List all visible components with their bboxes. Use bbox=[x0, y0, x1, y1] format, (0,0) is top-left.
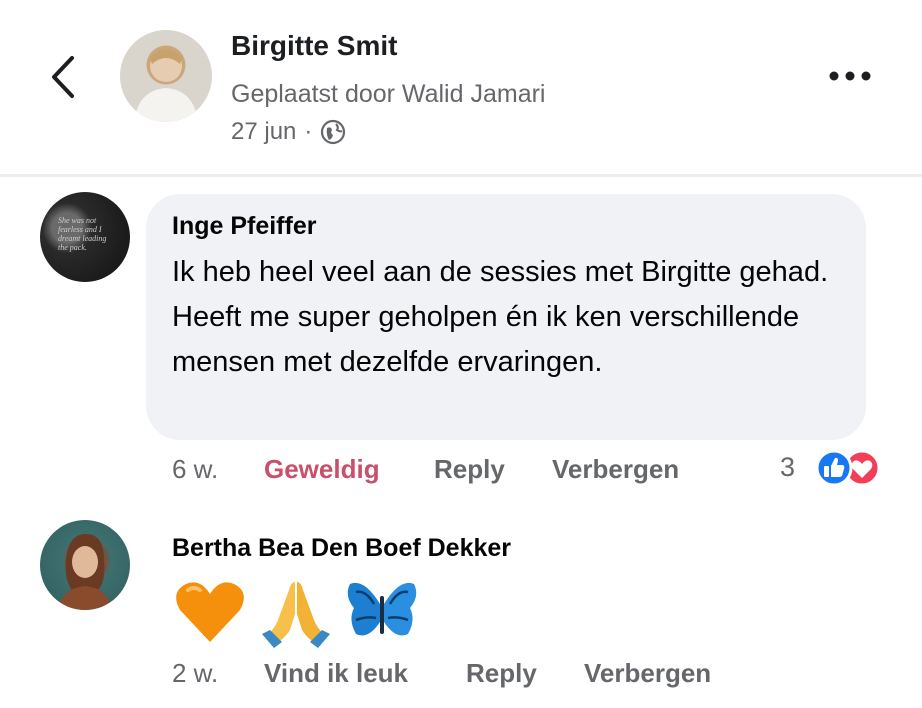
folded-hands-icon bbox=[262, 582, 330, 648]
post-header: Birgitte Smit Geplaatst door Walid Jamar… bbox=[0, 0, 922, 176]
orange-heart-icon bbox=[176, 582, 244, 642]
post-date[interactable]: 27 jun bbox=[231, 118, 296, 146]
hide-button[interactable]: Verbergen bbox=[584, 658, 711, 689]
globe-icon bbox=[321, 119, 346, 145]
commenter-avatar[interactable] bbox=[40, 520, 130, 610]
commenter-name[interactable]: Inge Pfeiffer bbox=[172, 212, 316, 241]
post-meta: 27 jun · bbox=[231, 118, 346, 146]
reply-button[interactable]: Reply bbox=[434, 454, 505, 485]
chevron-left-icon bbox=[52, 56, 74, 98]
meta-separator: · bbox=[304, 118, 313, 145]
poster-name[interactable]: Birgitte Smit bbox=[231, 30, 397, 62]
avatar-quote-text: She was not fearless and I dreamt leadin… bbox=[58, 216, 107, 252]
posted-by-label: Geplaatst door Walid Jamari bbox=[231, 80, 546, 108]
reaction-count[interactable]: 3 bbox=[780, 452, 795, 483]
comment-text: Ik heb heel veel aan de sessies met Birg… bbox=[172, 256, 829, 378]
like-icon bbox=[815, 449, 853, 487]
poster-avatar[interactable] bbox=[120, 30, 212, 122]
comment-time[interactable]: 6 w. bbox=[172, 454, 218, 485]
reaction-summary[interactable] bbox=[810, 448, 890, 488]
comment-time[interactable]: 2 w. bbox=[172, 658, 218, 689]
reply-button[interactable]: Reply bbox=[466, 658, 537, 689]
commenter-name[interactable]: Bertha Bea Den Boef Dekker bbox=[172, 534, 511, 563]
emoji-comment bbox=[172, 574, 420, 650]
more-options-button[interactable] bbox=[826, 64, 874, 88]
hide-button[interactable]: Verbergen bbox=[552, 454, 679, 485]
back-button[interactable] bbox=[44, 52, 84, 102]
reaction-button[interactable]: Geweldig bbox=[264, 454, 380, 485]
more-dots-icon bbox=[829, 71, 871, 81]
butterfly-icon bbox=[347, 582, 417, 636]
header-divider bbox=[0, 174, 922, 177]
like-button[interactable]: Vind ik leuk bbox=[264, 658, 408, 689]
